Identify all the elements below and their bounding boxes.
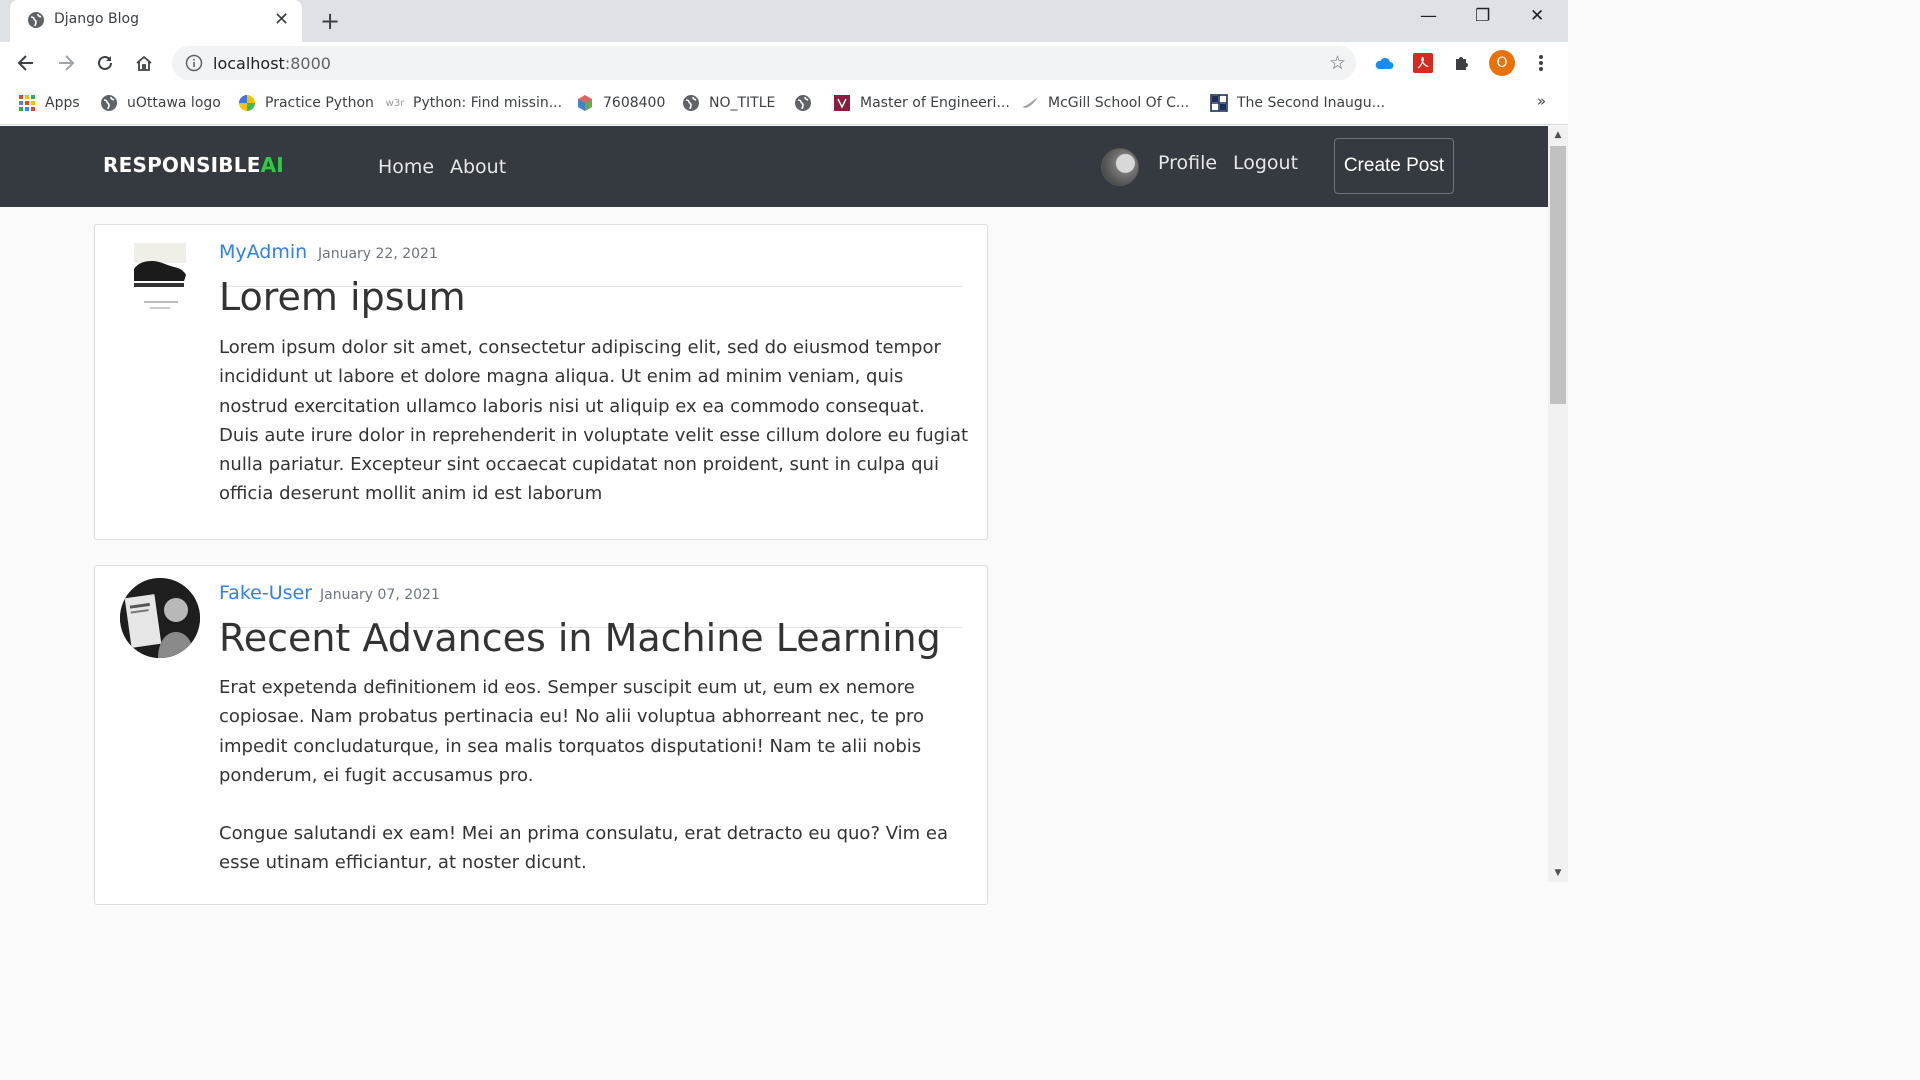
bookmark-label: uOttawa logo [127,95,221,111]
globe-icon [795,95,811,111]
globe-icon [683,95,699,111]
forward-icon[interactable] [54,50,78,76]
globe-icon [101,95,117,111]
globe-icon [28,12,44,28]
post-author-link[interactable]: MyAdmin [219,241,307,263]
bookmark-label: NO_TITLE [709,95,776,111]
bookmark-untitled[interactable] [794,93,812,113]
bookmark-practice-python[interactable]: Practice Python [238,93,374,113]
close-window-icon[interactable]: ✕ [1530,6,1544,26]
post-paragraph: Lorem ipsum dolor sit amet, consectetur … [219,337,969,505]
bookmark-master-of-engineering[interactable]: Master of Engineeri... [833,93,1010,113]
more-bookmarks-icon[interactable]: » [1537,92,1546,110]
post-date: January 22, 2021 [318,246,438,262]
grid-icon [1210,94,1228,112]
bookmark-label: Apps [45,95,80,111]
browser-toolbar: localhost:8000 ☆ O [0,42,1568,84]
bookmark-label: Python: Find missin... [413,95,563,111]
nav-about-link[interactable]: About [450,156,506,178]
scroll-down-arrow-icon[interactable]: ▼ [1548,864,1568,882]
tab-title: Django Blog [54,11,139,27]
browser-menu-icon[interactable] [1530,52,1552,74]
bookmark-uottawa-logo[interactable]: uOttawa logo [100,93,221,113]
create-post-button[interactable]: Create Post [1334,138,1454,194]
close-tab-icon[interactable]: ✕ [274,9,289,30]
w3schools-icon: w3r [385,97,405,109]
apps-grid-icon [19,95,35,111]
profile-avatar[interactable]: O [1489,50,1515,76]
post-title[interactable]: Recent Advances in Machine Learning [219,616,941,660]
post-author-link[interactable]: Fake-User [219,582,312,604]
bookmark-7608400[interactable]: 7608400 [576,93,665,113]
site-brand-logo[interactable]: RESPONSIBLEAI [103,153,284,177]
user-avatar[interactable] [1101,148,1139,186]
wing-icon [1022,97,1038,108]
scrollbar-thumb[interactable] [1550,146,1566,404]
scroll-up-arrow-icon[interactable]: ▲ [1548,126,1568,144]
post-content: Erat expetenda definitionem id eos. Semp… [219,673,969,878]
bookmark-second-inaugural[interactable]: The Second Inaugu... [1210,93,1385,113]
url-text: localhost:8000 [213,54,331,73]
crest-icon [834,95,850,111]
post-date: January 07, 2021 [320,587,440,603]
bookmark-python-find-missing[interactable]: w3r Python: Find missin... [386,93,562,113]
post-paragraph: Erat expetenda definitionem id eos. Semp… [219,677,925,786]
bookmark-apps[interactable]: Apps [18,93,80,113]
post-author-avatar[interactable] [120,578,200,658]
post-paragraph: Congue salutandi ex eam! Mei an prima co… [219,823,948,874]
bookmark-label: 7608400 [603,95,666,111]
nav-logout-link[interactable]: Logout [1233,152,1298,174]
site-navbar: RESPONSIBLEAI Home About Profile Logout … [0,126,1548,207]
bookmarks-bar: Apps uOttawa logo Practice Python w3r Py… [0,84,1568,125]
minimize-icon[interactable]: — [1420,6,1437,26]
post-content: Lorem ipsum dolor sit amet, consectetur … [219,333,969,509]
bookmark-star-icon[interactable]: ☆ [1329,52,1346,74]
bookmark-label: The Second Inaugu... [1237,95,1386,111]
extensions-puzzle-icon[interactable] [1451,52,1473,74]
browser-tab[interactable]: Django Blog ✕ [10,0,302,42]
bookmark-mcgill-school[interactable]: McGill School Of C... [1021,93,1189,113]
back-icon[interactable] [14,50,38,76]
nav-home-link[interactable]: Home [378,156,434,178]
post-author-avatar[interactable] [120,241,200,321]
home-icon[interactable] [132,50,156,76]
bookmark-label: Practice Python [265,95,374,111]
bookmark-no-title[interactable]: NO_TITLE [682,93,775,113]
bookmark-label: Master of Engineeri... [860,95,1010,111]
nav-profile-link[interactable]: Profile [1158,152,1217,174]
cube-icon [578,95,592,111]
sneaker-image [134,243,186,309]
reload-icon[interactable] [93,50,117,76]
python-icon [239,95,255,111]
restore-icon[interactable]: ❐ [1475,6,1490,26]
post-card: Fake-User January 07, 2021 Recent Advanc… [94,565,988,905]
address-bar[interactable]: localhost:8000 ☆ [172,46,1356,80]
page-scrollbar[interactable]: ▲ ▼ [1548,126,1568,882]
info-icon[interactable] [185,54,203,72]
post-title[interactable]: Lorem ipsum [219,275,466,319]
post-card: MyAdmin January 22, 2021 Lorem ipsum Lor… [94,224,988,540]
bookmark-label: McGill School Of C... [1048,95,1190,111]
pdf-extension-icon[interactable] [1412,52,1434,74]
new-tab-icon[interactable]: + [320,7,340,35]
browser-tab-strip: Django Blog ✕ + — ❐ ✕ [0,0,1568,42]
user-photo-image [120,578,200,658]
cloud-extension-icon[interactable] [1373,52,1395,74]
